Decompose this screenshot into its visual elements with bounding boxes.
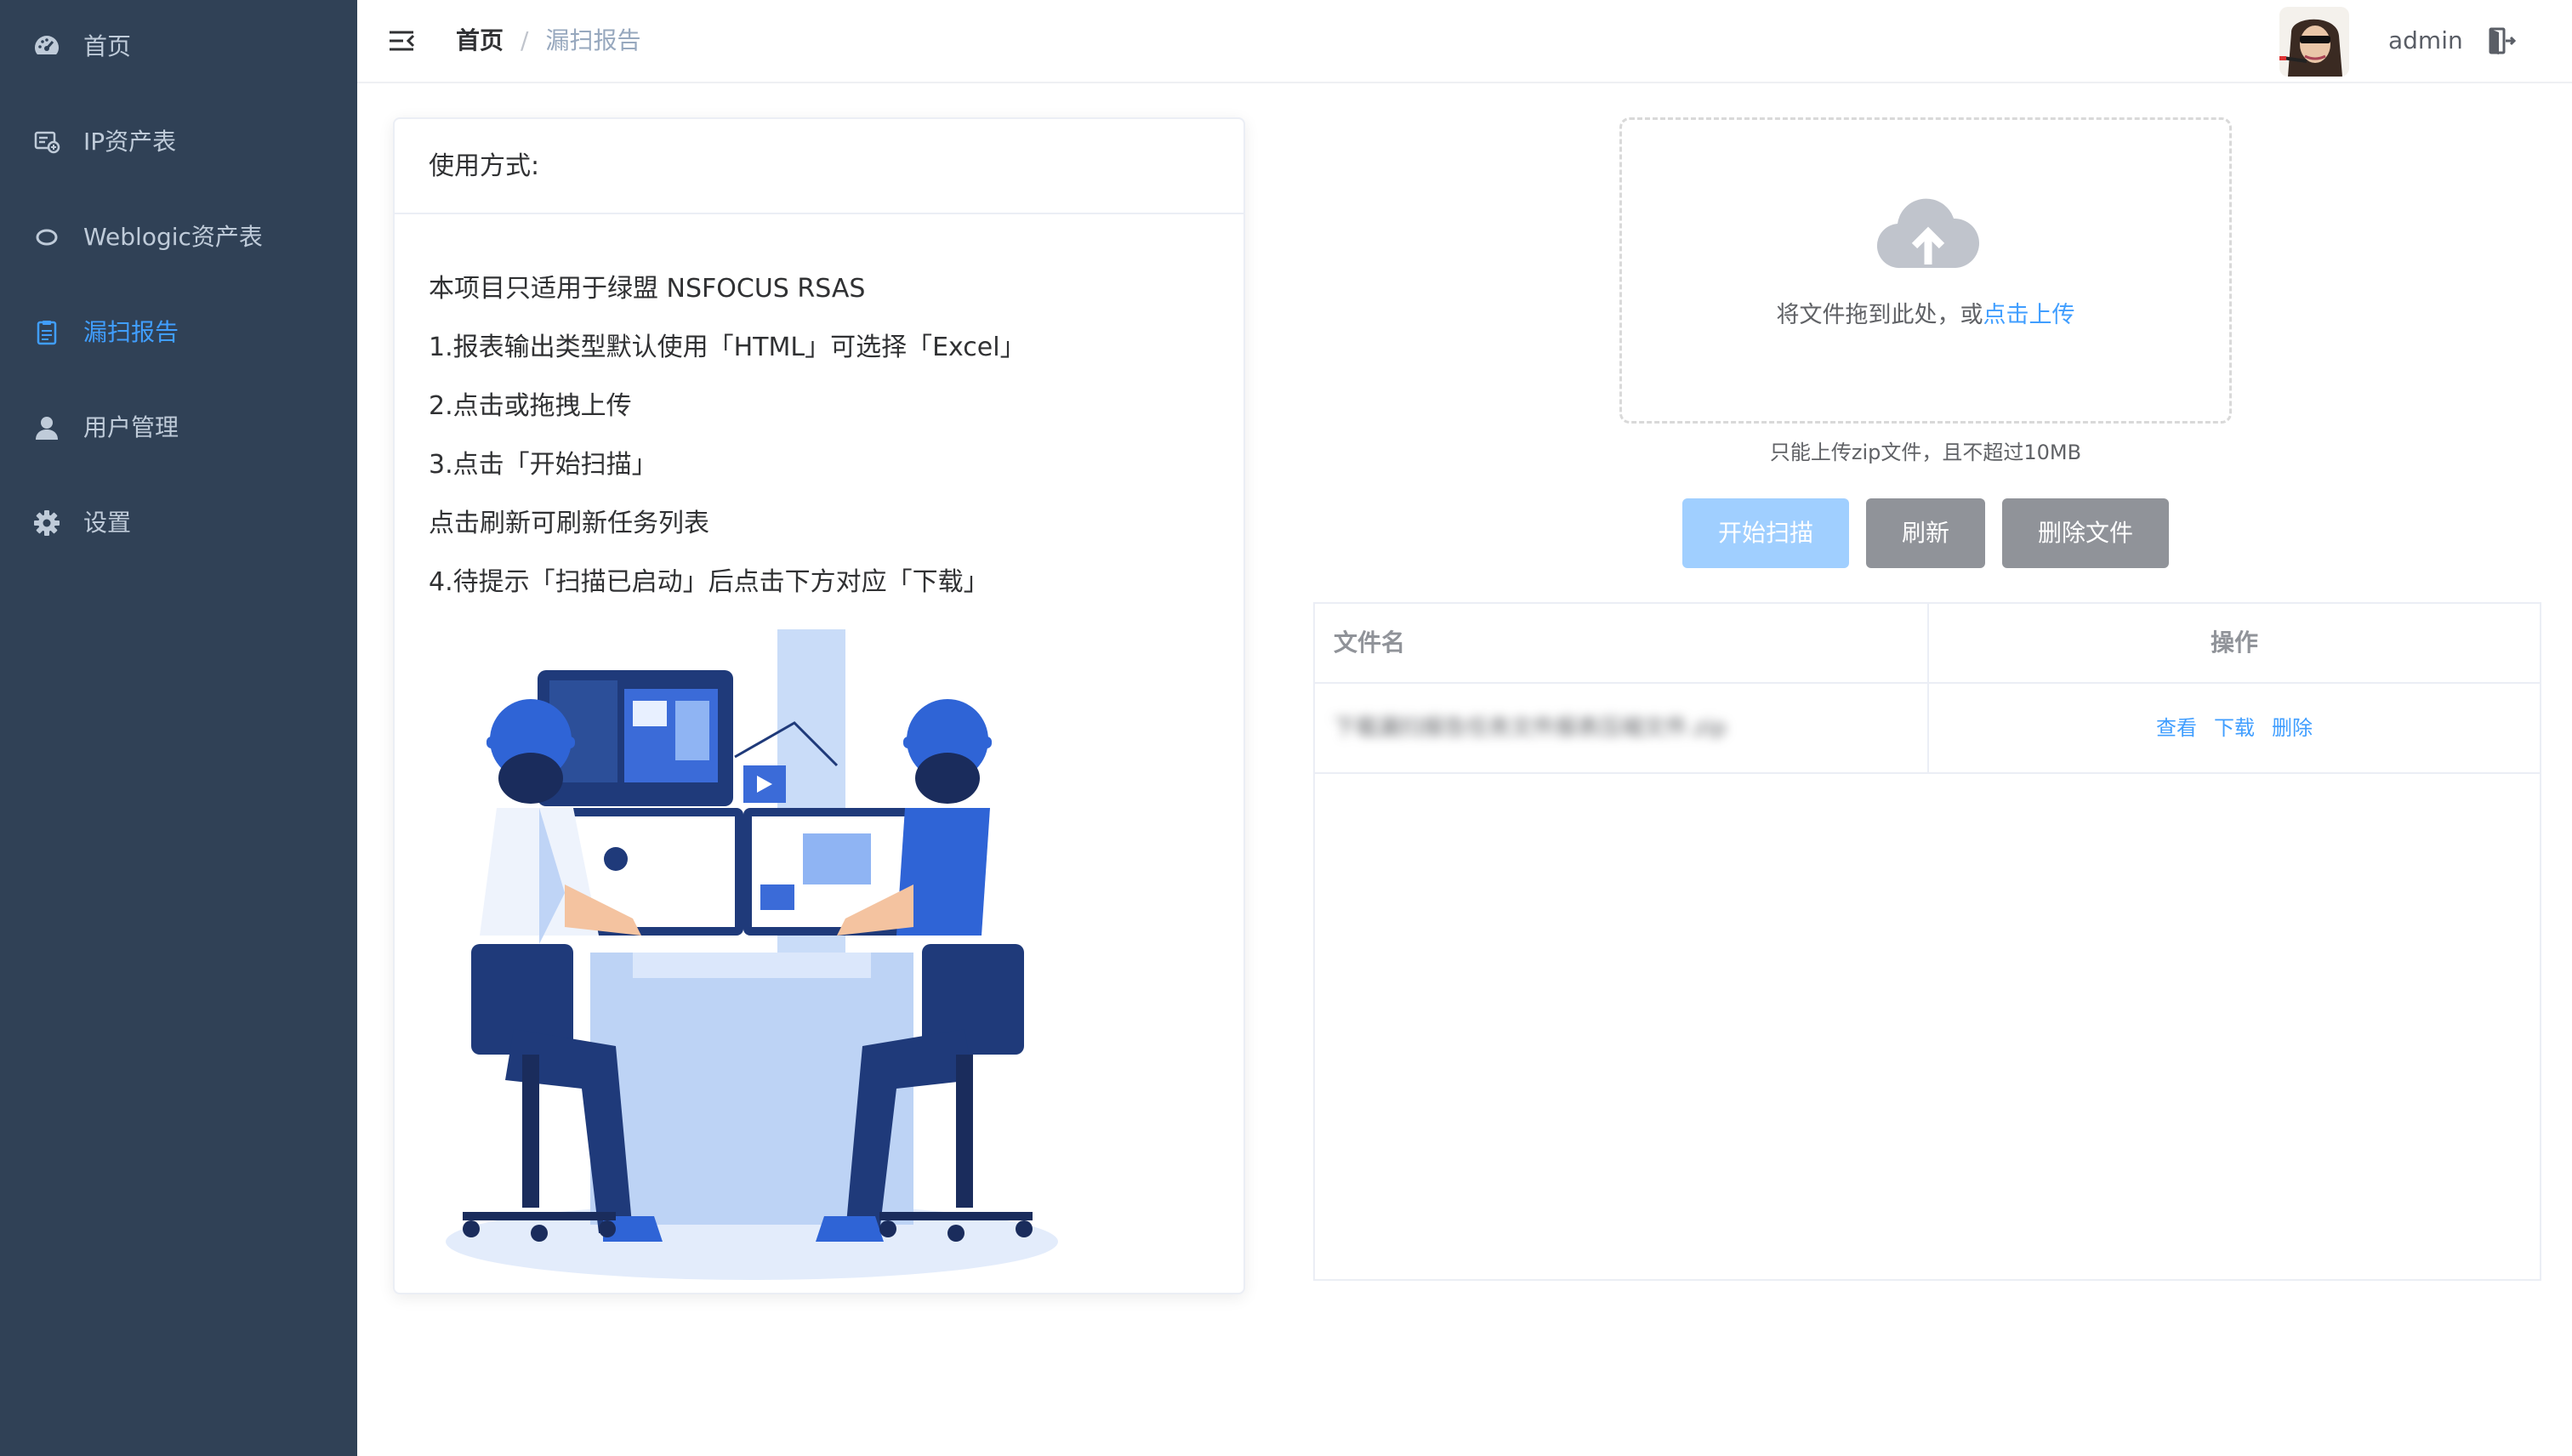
ring-icon <box>32 223 61 252</box>
usage-card-header: 使用方式: <box>395 119 1243 214</box>
delete-link[interactable]: 删除 <box>2272 716 2313 740</box>
operations-cell: 查看 下载 删除 <box>1929 713 2540 743</box>
sidebar-item-home[interactable]: 首页 <box>0 0 357 95</box>
table-row: 下载漏扫报告任务文件报表压缩文件.zip 查看 下载 删除 <box>1315 685 2540 774</box>
sidebar-item-label: IP资产表 <box>83 128 177 156</box>
usage-line: 4.待提示「扫描已启动」后点击下方对应「下载」 <box>429 567 989 597</box>
column-header-operations: 操作 <box>2210 628 2258 657</box>
username[interactable]: admin <box>2388 24 2463 58</box>
sidebar-item-label: Weblogic资产表 <box>83 223 263 251</box>
upload-tip: 只能上传zip文件，且不超过10MB <box>1769 441 2082 464</box>
logout-icon[interactable] <box>2484 24 2518 58</box>
dashboard-icon <box>32 32 61 61</box>
cloud-upload-icon <box>1875 190 1981 275</box>
breadcrumb-separator: / <box>521 26 529 54</box>
document-icon <box>32 318 61 347</box>
upload-instruction: 将文件拖到此处，或点击上传 <box>1622 299 2229 333</box>
start-scan-button[interactable]: 开始扫描 <box>1682 498 1849 568</box>
sidebar-item-label: 首页 <box>83 32 132 60</box>
usage-line: 本项目只适用于绿盟 NSFOCUS RSAS <box>429 274 866 304</box>
user-icon <box>32 413 61 442</box>
sidebar-item-weblogic[interactable]: Weblogic资产表 <box>0 191 357 286</box>
avatar[interactable] <box>2279 7 2349 77</box>
usage-line: 点击刷新可刷新任务列表 <box>429 509 709 538</box>
sidebar-item-label: 用户管理 <box>83 413 179 441</box>
usage-card-title: 使用方式: <box>429 151 540 181</box>
column-header-filename: 文件名 <box>1334 628 1406 657</box>
breadcrumb-current: 漏扫报告 <box>545 26 641 54</box>
usage-line: 1.报表输出类型默认使用「HTML」可选择「Excel」 <box>429 333 1026 362</box>
gear-icon <box>32 509 61 537</box>
breadcrumb: 首页 / 漏扫报告 <box>456 24 640 58</box>
asset-icon <box>32 128 61 156</box>
view-link[interactable]: 查看 <box>2156 716 2197 740</box>
usage-line: 2.点击或拖拽上传 <box>429 391 632 421</box>
usage-line: 3.点击「开始扫描」 <box>429 450 657 480</box>
sidebar-item-label: 设置 <box>83 509 132 537</box>
refresh-button[interactable]: 刷新 <box>1866 498 1985 568</box>
upload-instruction-text: 将文件拖到此处，或 <box>1776 302 1983 328</box>
sidebar-item-settings[interactable]: 设置 <box>0 476 357 572</box>
file-table: 文件名 操作 下载漏扫报告任务文件报表压缩文件.zip 查看 下载 删除 <box>1313 602 2541 1281</box>
upload-dropzone[interactable]: 将文件拖到此处，或点击上传 <box>1619 117 2232 424</box>
sidebar-item-label: 漏扫报告 <box>83 318 179 346</box>
sidebar-item-ip-assets[interactable]: IP资产表 <box>0 95 357 191</box>
engineers-illustration <box>437 629 1067 1293</box>
usage-card: 使用方式: 本项目只适用于绿盟 NSFOCUS RSAS 1.报表输出类型默认使… <box>393 117 1245 1294</box>
file-name-cell: 下载漏扫报告任务文件报表压缩文件.zip <box>1334 715 1727 741</box>
sidebar-item-user-management[interactable]: 用户管理 <box>0 381 357 476</box>
top-navbar: 首页 / 漏扫报告 admin <box>357 0 2572 83</box>
breadcrumb-home-link[interactable]: 首页 <box>456 24 504 58</box>
download-link[interactable]: 下载 <box>2214 716 2255 740</box>
delete-files-button[interactable]: 删除文件 <box>2002 498 2169 568</box>
sidebar: 首页 IP资产表 Weblogic资产表 漏扫报告 用户管理 设置 <box>0 0 357 1456</box>
sidebar-item-scan-report[interactable]: 漏扫报告 <box>0 286 357 381</box>
click-upload-link[interactable]: 点击上传 <box>1983 302 2075 328</box>
hamburger-menu-icon[interactable] <box>386 26 417 56</box>
